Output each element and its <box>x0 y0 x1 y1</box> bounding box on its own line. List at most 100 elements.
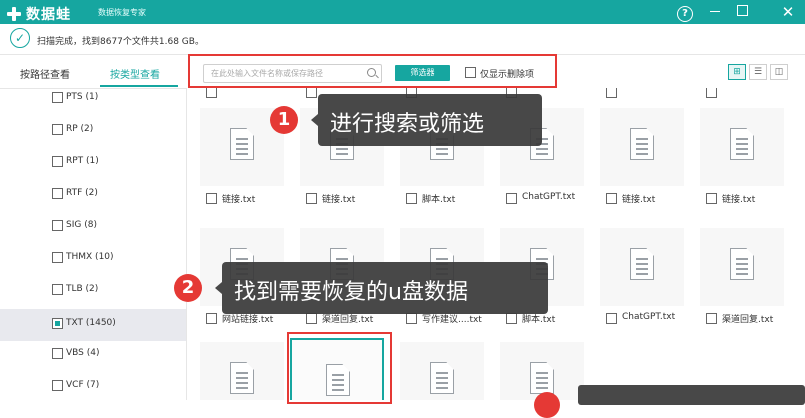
document-icon <box>630 128 654 160</box>
sidebar-checkbox[interactable] <box>52 220 63 231</box>
scan-status-text: 扫描完成，找到8677个文件共1.68 GB。 <box>37 37 204 47</box>
file-checkbox[interactable] <box>706 193 717 204</box>
app-title: 数据蛙 <box>26 7 71 23</box>
sidebar-checkbox[interactable] <box>52 284 63 295</box>
document-icon <box>630 248 654 280</box>
file-checkbox[interactable] <box>606 88 617 98</box>
maximize-button[interactable] <box>733 3 751 21</box>
help-button[interactable]: ? <box>676 3 694 22</box>
sidebar-item-label: TXT (1450) <box>66 318 116 328</box>
file-checkbox[interactable] <box>206 193 217 204</box>
close-button[interactable]: ✕ <box>779 3 797 21</box>
only-deleted-checkbox[interactable] <box>465 67 476 78</box>
sidebar-item-vbs[interactable]: VBS (4) <box>0 343 186 375</box>
sidebar-checkbox[interactable] <box>52 380 63 391</box>
callout-arrow <box>215 282 222 294</box>
selected-file-highlight-frame <box>287 332 392 404</box>
document-icon <box>230 362 254 394</box>
sidebar-item-label: THMX (10) <box>66 252 114 262</box>
sidebar-checkbox[interactable] <box>52 124 63 135</box>
maximize-icon <box>736 5 748 16</box>
check-circle-icon: ✓ <box>10 28 30 48</box>
sidebar-item-rtf[interactable]: RTF (2) <box>0 183 186 215</box>
sidebar-item-sig[interactable]: SIG (8) <box>0 215 186 247</box>
tab-by-type[interactable]: 按类型查看 <box>110 66 160 81</box>
search-icon[interactable] <box>367 68 376 77</box>
file-checkbox[interactable] <box>306 313 317 324</box>
file-name: 脚本.txt <box>422 195 456 205</box>
sidebar-item-rp[interactable]: RP (2) <box>0 119 186 151</box>
app-logo: 数据蛙 <box>6 4 71 24</box>
plus-logo-icon <box>6 6 22 22</box>
sidebar-item-label: RPT (1) <box>66 156 99 166</box>
sidebar-item-label: RP (2) <box>66 124 94 134</box>
file-checkbox[interactable] <box>306 88 317 98</box>
detail-view-button[interactable]: ◫ <box>770 64 788 80</box>
file-checkbox[interactable] <box>606 313 617 324</box>
sidebar-checkbox[interactable] <box>52 188 63 199</box>
file-name: 链接.txt <box>222 195 256 205</box>
sidebar-item-label: SIG (8) <box>66 220 97 230</box>
search-placeholder: 在此处输入文件名称或保存路径 <box>211 69 323 78</box>
document-icon <box>730 248 754 280</box>
sidebar-item-rpt[interactable]: RPT (1) <box>0 151 186 183</box>
document-icon <box>230 128 254 160</box>
search-input[interactable]: 在此处输入文件名称或保存路径 <box>203 64 382 83</box>
document-icon <box>530 362 554 394</box>
file-checkbox[interactable] <box>406 313 417 324</box>
file-checkbox[interactable] <box>706 88 717 98</box>
only-deleted-label: 仅显示删除项 <box>480 70 535 80</box>
sidebar-item-label: VCF (7) <box>66 380 100 390</box>
sidebar-item-label: VBS (4) <box>66 348 100 358</box>
tab-by-path[interactable]: 按路径查看 <box>20 66 70 81</box>
minimize-icon <box>710 11 720 12</box>
callout-arrow <box>311 114 318 126</box>
callout-step-1: 1 进行搜索或筛选 <box>270 94 542 146</box>
sidebar-item-thmx[interactable]: THMX (10) <box>0 247 186 279</box>
sidebar-item-label: RTF (2) <box>66 188 98 198</box>
file-checkbox[interactable] <box>206 313 217 324</box>
file-name: 链接.txt <box>622 195 656 205</box>
document-icon <box>430 362 454 394</box>
file-thumbnail <box>400 342 484 400</box>
callout-step-3 <box>578 385 805 405</box>
file-checkbox[interactable] <box>706 313 717 324</box>
callout-step-2: 2 找到需要恢复的u盘数据 <box>174 262 548 314</box>
sidebar-checkbox[interactable] <box>52 252 63 263</box>
sidebar-checkbox[interactable] <box>52 92 63 103</box>
sidebar-item-vcf[interactable]: VCF (7) <box>0 375 186 407</box>
close-icon: ✕ <box>781 3 795 21</box>
sidebar-checkbox[interactable] <box>52 348 63 359</box>
grid-view-button[interactable]: ⊞ <box>728 64 746 80</box>
sidebar-item-label: PTS (1) <box>66 92 99 102</box>
file-type-sidebar: PTS (1) RP (2) RPT (1) RTF (2) SIG (8) T… <box>0 88 187 400</box>
file-name: 链接.txt <box>322 195 356 205</box>
app-subtitle: 数据恢复专家 <box>98 8 146 17</box>
sidebar-checkbox-checked[interactable] <box>52 318 63 329</box>
sidebar-item-txt[interactable]: TXT (1450) <box>0 309 186 341</box>
title-bar: 数据蛙 数据恢复专家 ? ✕ <box>0 0 805 24</box>
file-checkbox[interactable] <box>206 88 217 98</box>
callout-text: 进行搜索或筛选 <box>330 112 485 137</box>
file-name: 链接.txt <box>722 195 756 205</box>
step-2-badge: 2 <box>174 274 202 302</box>
file-thumbnail <box>700 108 784 186</box>
sidebar-checkbox[interactable] <box>52 156 63 167</box>
filter-button[interactable]: 筛选器 <box>395 65 450 81</box>
minimize-button[interactable] <box>706 3 724 21</box>
list-view-button[interactable]: ☰ <box>749 64 767 80</box>
file-thumbnail <box>500 342 584 400</box>
file-thumbnail <box>600 228 684 306</box>
view-tabs: 按路径查看 按类型查看 <box>0 54 186 89</box>
help-icon: ? <box>677 6 693 22</box>
sidebar-item-pts[interactable]: PTS (1) <box>0 87 186 119</box>
sidebar-item-tlb[interactable]: TLB (2) <box>0 279 186 311</box>
file-checkbox[interactable] <box>506 193 517 204</box>
file-checkbox[interactable] <box>606 193 617 204</box>
file-checkbox[interactable] <box>306 193 317 204</box>
file-checkbox[interactable] <box>506 313 517 324</box>
sidebar-item-label: TLB (2) <box>66 284 99 294</box>
step-3-badge <box>534 392 560 418</box>
file-checkbox[interactable] <box>406 193 417 204</box>
file-thumbnail <box>600 108 684 186</box>
